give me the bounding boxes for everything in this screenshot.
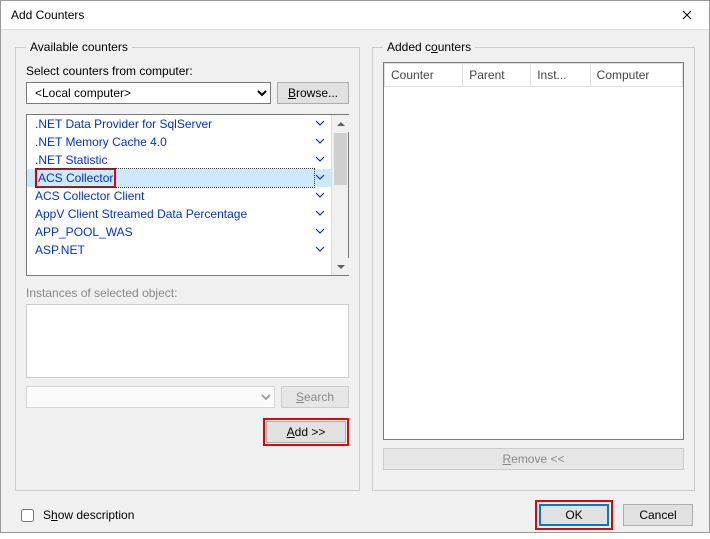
chevron-down-icon[interactable] (315, 207, 325, 221)
show-description-input[interactable] (21, 509, 34, 522)
added-counters-legend: Added counters (383, 40, 475, 54)
chevron-down-icon[interactable] (315, 225, 325, 239)
chevron-down-icon[interactable] (315, 117, 325, 131)
cancel-button[interactable]: Cancel (623, 504, 693, 526)
available-counters-group: Available counters Select counters from … (15, 40, 360, 491)
computer-select[interactable]: <Local computer> (26, 82, 271, 104)
counter-item[interactable]: ACS Collector (27, 169, 331, 187)
scroll-thumb[interactable] (334, 133, 347, 185)
chevron-down-icon[interactable] (315, 153, 325, 167)
column-header[interactable]: Counter (385, 64, 463, 87)
counter-item-label: ACS Collector (35, 168, 315, 188)
added-counters-group: Added counters CounterParentInst...Compu… (372, 40, 695, 491)
counter-item[interactable]: .NET Statistic (27, 151, 331, 169)
counter-item[interactable]: ACS Collector Client (27, 187, 331, 205)
counter-item-label: .NET Data Provider for SqlServer (35, 117, 315, 131)
counter-item[interactable]: ASP.NET (27, 241, 331, 259)
available-counters-legend: Available counters (26, 40, 132, 54)
dialog-footer: Show description OK Cancel (1, 491, 709, 539)
add-button-highlight: Add >> (263, 418, 349, 446)
search-button: Search (281, 386, 349, 408)
chevron-down-icon[interactable] (315, 171, 325, 185)
counter-scrollbar[interactable] (331, 115, 348, 275)
instances-label: Instances of selected object: (26, 286, 349, 300)
browse-button[interactable]: Browse... (277, 82, 349, 104)
ok-button-highlight: OK (535, 500, 613, 530)
added-counters-table[interactable]: CounterParentInst...Computer (384, 63, 683, 87)
counter-list-box: .NET Data Provider for SqlServer .NET Mem… (26, 114, 349, 276)
counter-item-label: AppV Client Streamed Data Percentage (35, 207, 315, 221)
chevron-down-icon[interactable] (315, 243, 325, 257)
add-counters-dialog: Add Counters Available counters Select c… (0, 0, 710, 533)
counter-item[interactable]: .NET Memory Cache 4.0 (27, 133, 331, 151)
show-description-checkbox[interactable]: Show description (17, 506, 535, 525)
counter-item-label: .NET Memory Cache 4.0 (35, 135, 315, 149)
scroll-down-button[interactable] (332, 258, 349, 275)
counter-item[interactable]: AppV Client Streamed Data Percentage (27, 205, 331, 223)
counter-item-label: ACS Collector Client (35, 189, 315, 203)
scroll-up-button[interactable] (332, 115, 349, 132)
chevron-down-icon (337, 265, 345, 269)
column-header[interactable]: Computer (590, 64, 682, 87)
added-counters-table-box: CounterParentInst...Computer (383, 62, 684, 440)
counter-item[interactable]: .NET Data Provider for SqlServer (27, 115, 331, 133)
counter-item[interactable]: APP_POOL_WAS (27, 223, 331, 241)
counter-list[interactable]: .NET Data Provider for SqlServer .NET Mem… (27, 115, 331, 275)
chevron-down-icon[interactable] (315, 135, 325, 149)
close-button[interactable] (667, 1, 707, 29)
column-header[interactable]: Parent (463, 64, 531, 87)
ok-button[interactable]: OK (539, 504, 609, 526)
remove-button: Remove << (383, 448, 684, 470)
counter-item-label: ASP.NET (35, 243, 315, 257)
close-icon (682, 10, 692, 20)
titlebar: Add Counters (1, 1, 709, 30)
select-computer-label: Select counters from computer: (26, 64, 349, 78)
chevron-up-icon (337, 122, 345, 126)
counter-item-label: .NET Statistic (35, 153, 315, 167)
column-header[interactable]: Inst... (531, 64, 590, 87)
instances-listbox[interactable] (26, 304, 349, 378)
counter-item-label: APP_POOL_WAS (35, 225, 315, 239)
chevron-down-icon[interactable] (315, 189, 325, 203)
window-title: Add Counters (11, 8, 667, 22)
counter-item-highlight: ACS Collector (35, 168, 116, 188)
add-button[interactable]: Add >> (266, 421, 346, 443)
show-description-label: Show description (43, 508, 134, 522)
instance-search-select (26, 386, 275, 408)
